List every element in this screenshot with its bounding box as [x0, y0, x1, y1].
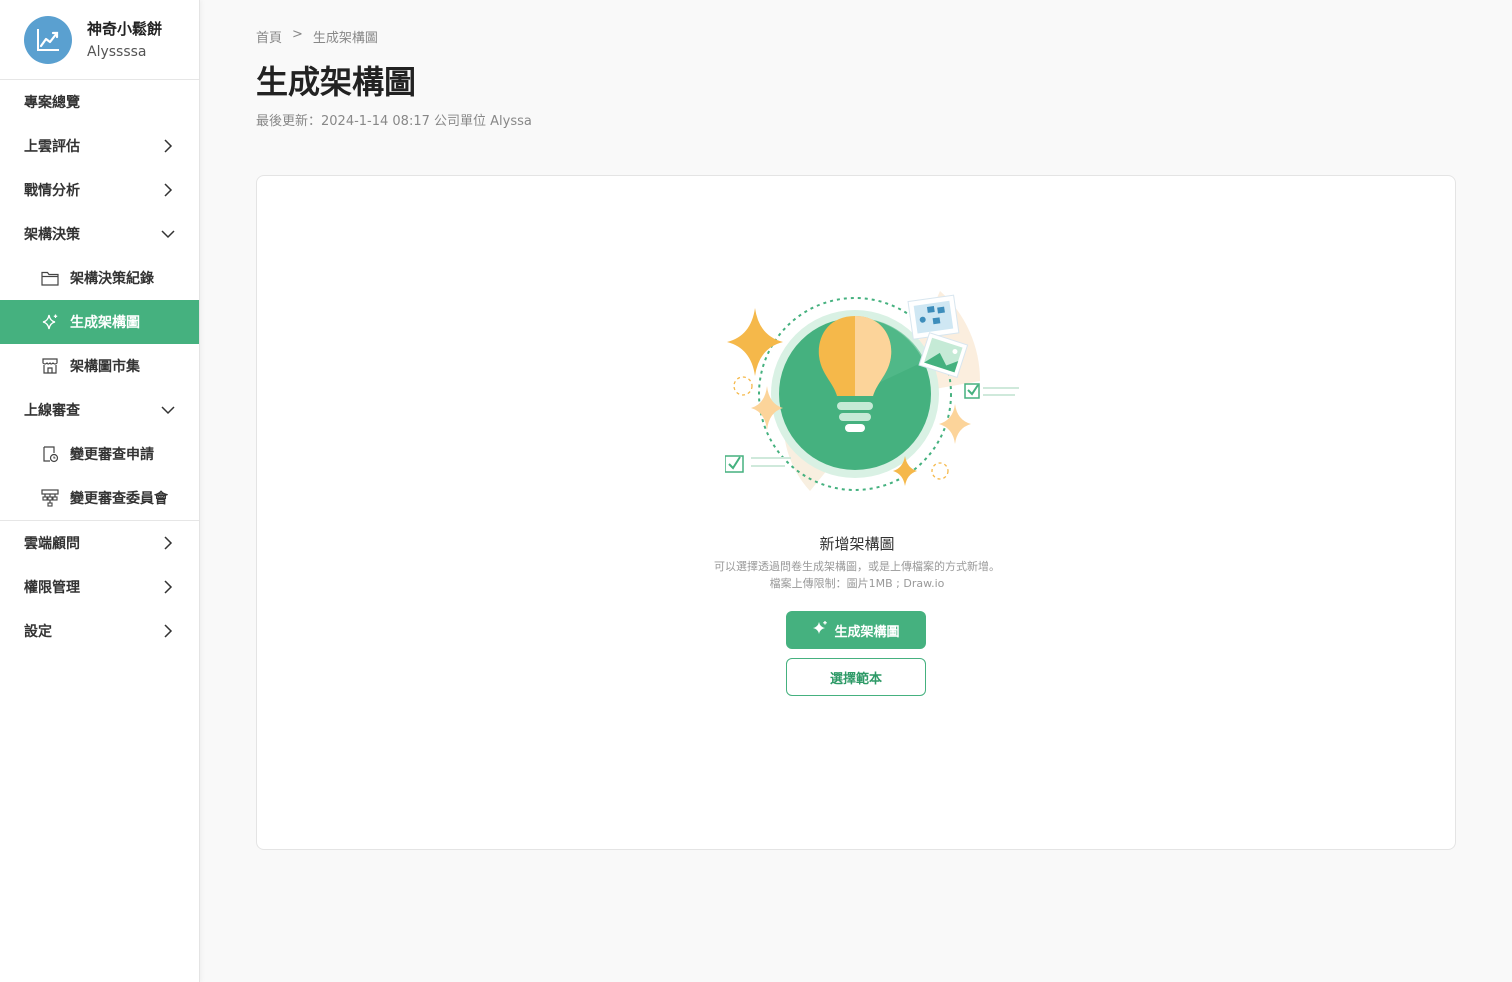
breadcrumb-separator: >: [292, 27, 303, 42]
sidebar-item-label: 上雲評估: [24, 139, 80, 155]
sidebar-item-change-review-board[interactable]: 變更審查委員會: [0, 476, 199, 520]
sidebar-item-label: 專案總覽: [24, 95, 80, 111]
lightbulb-illustration: [725, 291, 1019, 491]
sidebar-item-cloud-assessment[interactable]: 上雲評估: [0, 124, 199, 168]
empty-state-title: 新增架構圖: [819, 535, 895, 553]
sidebar: 神奇小鬆餅 Alyssssa 專案總覽 上雲評估 戰情分析 架構決策 架構決策紀…: [0, 0, 200, 982]
sidebar-nav: 專案總覽 上雲評估 戰情分析 架構決策 架構決策紀錄 生成架構圖 架構圖市集 上…: [0, 80, 199, 653]
user-profile[interactable]: 神奇小鬆餅 Alyssssa: [0, 0, 199, 80]
store-icon: [40, 356, 60, 376]
sparkle-icon: [40, 312, 60, 332]
avatar: [24, 15, 72, 64]
choose-template-button[interactable]: 選擇範本: [786, 658, 926, 696]
sidebar-item-label: 生成架構圖: [70, 315, 140, 331]
sidebar-item-launch-review[interactable]: 上線審查: [0, 388, 199, 432]
sidebar-item-project-overview[interactable]: 專案總覽: [0, 80, 199, 124]
sidebar-item-label: 變更審查委員會: [70, 491, 168, 507]
sidebar-item-diagram-market[interactable]: 架構圖市集: [0, 344, 199, 388]
review-doc-icon: [40, 444, 60, 464]
sidebar-item-label: 上線審查: [24, 403, 80, 419]
profile-username: Alyssssa: [87, 43, 147, 60]
breadcrumb: 首頁 > 生成架構圖: [256, 27, 378, 46]
profile-name: 神奇小鬆餅: [87, 19, 163, 38]
sidebar-item-label: 架構決策: [24, 227, 80, 243]
sidebar-item-label: 變更審查申請: [70, 447, 154, 463]
empty-state-card: 新增架構圖 可以選擇透過問卷生成架構圖，或是上傳檔案的方式新增。 檔案上傳限制：…: [256, 175, 1456, 850]
chevron-right-icon: [161, 536, 175, 550]
sidebar-item-settings[interactable]: 設定: [0, 609, 199, 653]
folder-icon: [40, 268, 60, 288]
sidebar-item-label: 戰情分析: [24, 183, 80, 199]
generate-diagram-button[interactable]: 生成架構圖: [786, 611, 926, 649]
sidebar-item-cloud-consultant[interactable]: 雲端顧問: [0, 521, 199, 565]
empty-state-description: 可以選擇透過問卷生成架構圖，或是上傳檔案的方式新增。 檔案上傳限制：圖片1MB …: [257, 558, 1457, 592]
sidebar-item-label: 權限管理: [24, 580, 80, 596]
chart-line-icon: [37, 28, 59, 51]
choose-template-button-label: 選擇範本: [829, 671, 882, 687]
breadcrumb-home[interactable]: 首頁: [256, 27, 282, 46]
sidebar-item-permissions[interactable]: 權限管理: [0, 565, 199, 609]
sparkle-icon: [812, 620, 828, 640]
sidebar-item-architecture-decision[interactable]: 架構決策: [0, 212, 199, 256]
sidebar-item-label: 架構圖市集: [70, 359, 140, 375]
breadcrumb-current: 生成架構圖: [312, 31, 378, 46]
chevron-right-icon: [161, 183, 175, 197]
org-chart-icon: [40, 488, 60, 508]
sidebar-item-battle-analysis[interactable]: 戰情分析: [0, 168, 199, 212]
page-title: 生成架構圖: [256, 63, 417, 101]
last-updated-meta: 最後更新：2024-1-14 08:17 公司單位 Alyssa: [256, 114, 532, 129]
sidebar-item-generate-diagram[interactable]: 生成架構圖: [0, 300, 199, 344]
sidebar-item-decision-records[interactable]: 架構決策紀錄: [0, 256, 199, 300]
empty-state-desc-line1: 可以選擇透過問卷生成架構圖，或是上傳檔案的方式新增。: [714, 560, 1000, 573]
sidebar-item-label: 設定: [24, 624, 52, 640]
chevron-right-icon: [161, 580, 175, 594]
chevron-down-icon: [161, 227, 175, 241]
sidebar-item-label: 雲端顧問: [24, 536, 80, 552]
empty-state-desc-line2: 檔案上傳限制：圖片1MB ; Draw.io: [769, 577, 945, 590]
sidebar-item-label: 架構決策紀錄: [70, 271, 154, 287]
chevron-down-icon: [161, 403, 175, 417]
generate-diagram-button-label: 生成架構圖: [834, 624, 900, 640]
chevron-right-icon: [161, 139, 175, 153]
sidebar-item-change-review-request[interactable]: 變更審查申請: [0, 432, 199, 476]
chevron-right-icon: [161, 624, 175, 638]
